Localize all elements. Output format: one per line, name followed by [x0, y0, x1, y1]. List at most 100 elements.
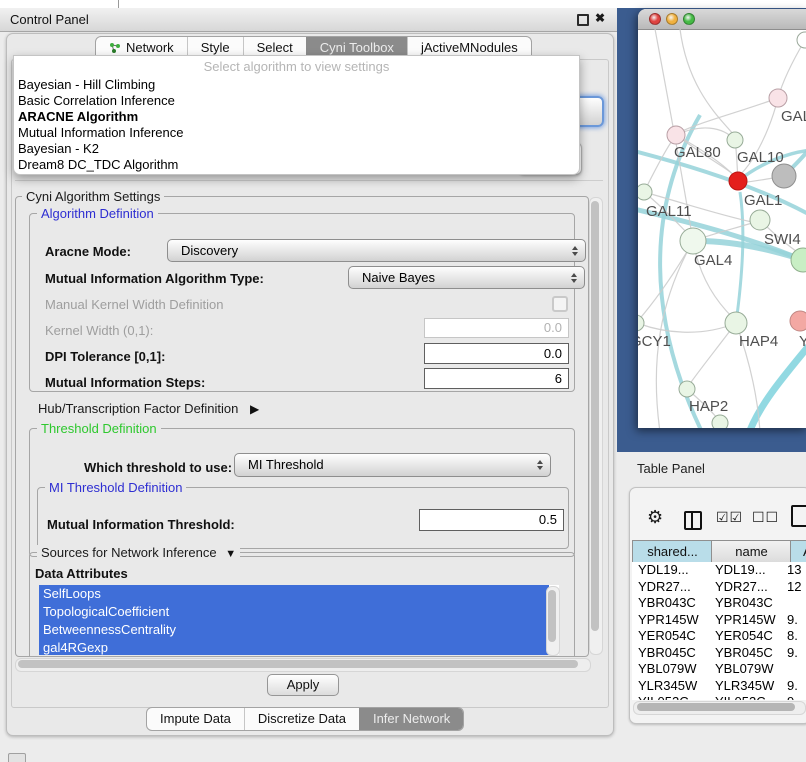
mi-steps-label: Mutual Information Steps:	[45, 375, 205, 390]
network-node-gal1[interactable]	[750, 210, 770, 230]
network-node[interactable]	[729, 172, 747, 190]
network-node-hap2[interactable]	[679, 381, 695, 397]
close-icon[interactable]: ✖	[595, 11, 605, 25]
table-row[interactable]: YBL079WYBL079W	[632, 661, 806, 678]
settings-horizontal-scrollbar-thumb[interactable]	[18, 660, 578, 668]
table-row[interactable]: YLR345WYLR345W9.	[632, 678, 806, 695]
attribute-item[interactable]: BetweennessCentrality	[39, 621, 549, 639]
network-edge[interactable]	[640, 323, 736, 332]
network-node[interactable]	[712, 415, 728, 428]
network-edge[interactable]	[660, 115, 702, 428]
zoom-traffic-light-icon[interactable]	[683, 13, 695, 25]
column-header-A[interactable]: A	[790, 540, 806, 563]
table-cell: YLR345W	[715, 678, 774, 695]
split-columns-icon[interactable]	[684, 511, 702, 530]
network-canvas[interactable]: GALGAL80GAL10GAL1GAL11GAL4SWI4GCY1HAP4YH…	[638, 29, 806, 428]
network-node-gal4[interactable]	[680, 228, 706, 254]
algorithm-option[interactable]: Basic Correlation Inference	[14, 93, 579, 109]
settings-vertical-scrollbar-thumb[interactable]	[591, 201, 599, 631]
network-node-gal[interactable]	[769, 89, 787, 107]
settings-vertical-scrollbar[interactable]	[589, 197, 603, 655]
network-edge[interactable]	[748, 342, 806, 428]
table-row[interactable]: YBR045CYBR045C9.	[632, 645, 806, 662]
screen: Control Panel ✖ NetworkStyleSelectCyni T…	[0, 0, 806, 762]
network-node-label: HAP2	[689, 398, 728, 415]
settings-horizontal-scrollbar[interactable]	[15, 658, 591, 672]
algorithm-popup: Select algorithm to view settings Bayesi…	[13, 55, 580, 175]
table-row[interactable]: YDL19...YDL19...13	[632, 562, 806, 579]
close-traffic-light-icon[interactable]	[649, 13, 661, 25]
attribute-item[interactable]: gal4RGexp	[39, 639, 549, 655]
attribute-item[interactable]: SelfLoops	[39, 585, 549, 603]
network-node[interactable]	[797, 32, 806, 48]
table-cell: 9	[787, 694, 794, 700]
table-cell: YBR045C	[715, 645, 773, 662]
network-edge[interactable]	[778, 40, 805, 98]
algorithm-option[interactable]: Bayesian - K2	[14, 141, 579, 157]
table-row[interactable]: YER054CYER054C8.	[632, 628, 806, 645]
tab-infer-network[interactable]: Infer Network	[359, 708, 463, 730]
network-window-titlebar[interactable]	[638, 9, 806, 30]
hub-definition-toggle[interactable]: Hub/Transcription Factor Definition ▶	[38, 401, 259, 416]
float-window-icon[interactable]	[577, 14, 589, 26]
tab-discretize-data[interactable]: Discretize Data	[244, 708, 359, 730]
mi-steps-field[interactable]: 6	[424, 368, 569, 389]
table-row[interactable]: YDR27...YDR27...12	[632, 579, 806, 596]
attributes-scrollbar[interactable]	[546, 586, 560, 656]
network-edge[interactable]	[680, 29, 733, 134]
attributes-scrollbar-thumb[interactable]	[548, 590, 556, 642]
apply-button[interactable]: Apply	[267, 674, 339, 696]
network-node-gal10[interactable]	[727, 132, 743, 148]
table-row[interactable]: YIL052CYIL052C9	[632, 694, 806, 700]
cyni-algorithm-settings-title: Cyni Algorithm Settings	[22, 189, 164, 204]
network-node-gal80[interactable]	[667, 126, 685, 144]
gear-icon[interactable]: ⚙	[647, 507, 663, 528]
unchecked-boxes-icon[interactable]: ☐☐	[752, 509, 779, 526]
checked-boxes-icon[interactable]: ☑☑	[716, 509, 743, 526]
aracne-mode-label: Aracne Mode:	[45, 244, 131, 259]
minimized-panel-icon[interactable]	[8, 753, 26, 762]
column-header-name[interactable]: name	[711, 540, 792, 563]
algorithm-option[interactable]: Bayesian - Hill Climbing	[14, 77, 579, 93]
mi-type-select[interactable]: Naive Bayes	[348, 266, 585, 289]
table-horizontal-scrollbar[interactable]	[633, 701, 806, 715]
table-row[interactable]: YBR043CYBR043C	[632, 595, 806, 612]
mi-type-value: Naive Bayes	[362, 270, 435, 285]
kernel-width-field[interactable]: 0.0	[424, 318, 569, 338]
table-cell: 12	[787, 579, 801, 596]
tab-impute-data[interactable]: Impute Data	[147, 708, 244, 730]
network-node-label: Y	[799, 333, 806, 350]
which-threshold-select[interactable]: MI Threshold	[234, 453, 551, 477]
minimize-traffic-light-icon[interactable]	[666, 13, 678, 25]
file-icon[interactable]	[791, 505, 806, 527]
spinner-arrows-icon	[537, 460, 543, 470]
table-row[interactable]: YPR145WYPR145W9.	[632, 612, 806, 629]
table-cell: YPR145W	[715, 612, 776, 629]
mi-threshold-field[interactable]: 0.5	[419, 509, 564, 531]
network-node-gal11[interactable]	[638, 184, 652, 200]
sources-title[interactable]: Sources for Network Inference ▼	[37, 545, 240, 560]
node-table[interactable]: YDL19...YDL19...13YDR27...YDR27...12YBR0…	[632, 562, 806, 700]
table-cell: YER054C	[638, 628, 696, 645]
spinner-arrows-icon	[572, 246, 578, 256]
aracne-mode-select[interactable]: Discovery	[167, 239, 586, 262]
table-horizontal-scrollbar-thumb[interactable]	[637, 703, 795, 711]
algorithm-option[interactable]: Mutual Information Inference	[14, 125, 579, 141]
algorithm-option[interactable]: Dream8 DC_TDC Algorithm	[14, 157, 579, 173]
data-attributes-list[interactable]: SelfLoopsTopologicalCoefficientBetweenne…	[39, 585, 559, 655]
network-node-label: GAL11	[646, 203, 692, 220]
control-panel-title: Control Panel	[10, 12, 89, 27]
table-cell: YBL079W	[638, 661, 697, 678]
column-header-shared[interactable]: shared...	[632, 540, 713, 563]
attribute-item[interactable]: TopologicalCoefficient	[39, 603, 549, 621]
network-node-gcy1[interactable]	[638, 315, 644, 331]
network-node-hap4[interactable]	[725, 312, 747, 334]
dpi-tolerance-field[interactable]: 0.0	[424, 343, 569, 364]
algorithm-option[interactable]: ARACNE Algorithm	[14, 109, 579, 125]
network-edge[interactable]	[736, 192, 743, 323]
mi-threshold-label: Mutual Information Threshold:	[47, 517, 235, 532]
manual-kernel-checkbox[interactable]	[552, 296, 568, 312]
network-node-swi4[interactable]	[791, 248, 806, 272]
network-node[interactable]	[772, 164, 796, 188]
network-node-y[interactable]	[790, 311, 806, 331]
